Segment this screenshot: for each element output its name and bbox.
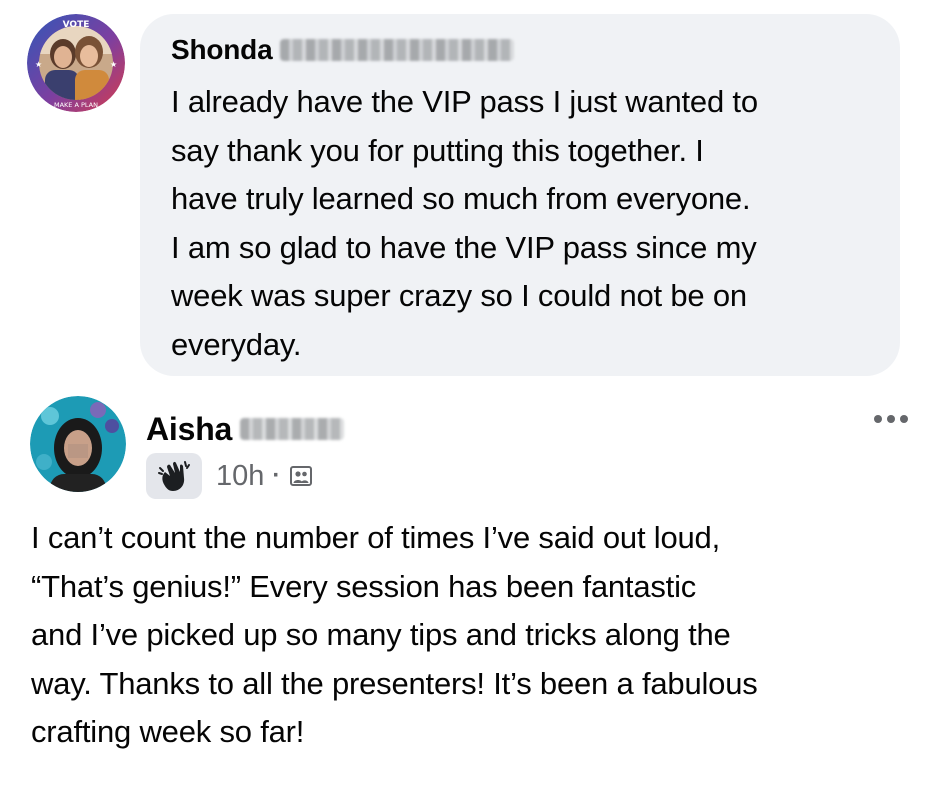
avatar-image (30, 396, 126, 492)
avatar-image: VOTE MAKE A PLAN ★ ★ (27, 14, 125, 112)
waving-hand-badge[interactable] (146, 453, 202, 499)
redacted-surname (280, 39, 515, 61)
avatar-ring-bottom-text: MAKE A PLAN (54, 101, 98, 109)
author-name[interactable]: Shonda (171, 34, 273, 66)
group-audience-icon (288, 463, 314, 489)
redacted-surname (240, 418, 345, 440)
avatar-shonda[interactable]: VOTE MAKE A PLAN ★ ★ (27, 14, 125, 112)
more-options-icon[interactable] (866, 406, 916, 432)
comment-text: I already have the VIP pass I just wante… (171, 84, 758, 362)
comment-timestamp[interactable]: 10h (216, 460, 264, 493)
avatar-aisha[interactable] (30, 396, 126, 492)
dot (874, 415, 882, 423)
comment-meta-row: 10h · (146, 452, 314, 500)
author-name[interactable]: Aisha (146, 411, 232, 448)
star-icon: ★ (110, 60, 117, 69)
comment-author-row: Shonda (171, 30, 515, 70)
comment-text: I can’t count the number of times I’ve s… (31, 520, 758, 749)
star-icon: ★ (35, 60, 42, 69)
dot (900, 415, 908, 423)
dot (887, 415, 895, 423)
comment-author-row: Aisha (146, 408, 345, 450)
meta-separator: · (272, 462, 281, 489)
avatar-ring-top-text: VOTE (63, 20, 90, 30)
waving-hand-icon (158, 461, 190, 491)
